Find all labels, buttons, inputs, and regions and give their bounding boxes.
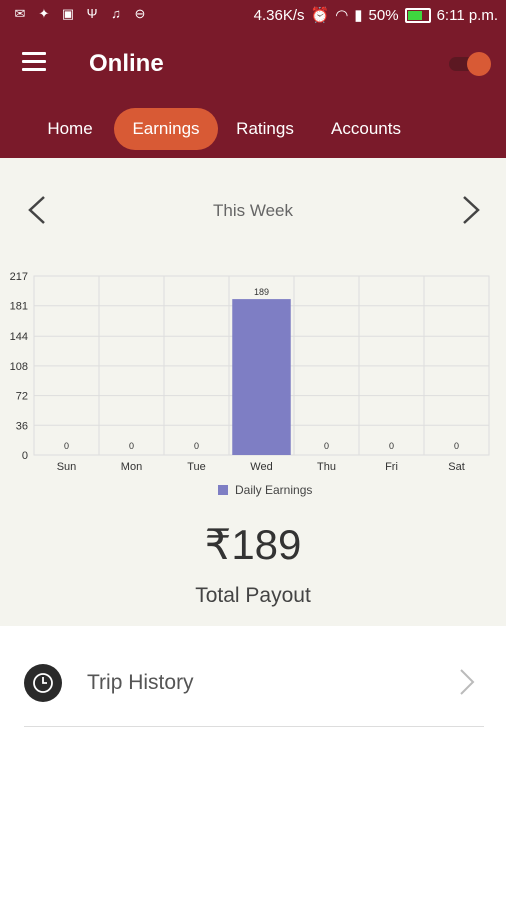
alarm-icon: ⏰ bbox=[310, 7, 330, 24]
period-label: This Week bbox=[213, 201, 293, 220]
x-tick-label: Tue bbox=[187, 461, 206, 473]
trip-history-row[interactable]: Trip History bbox=[24, 640, 484, 727]
image-icon: ▣ bbox=[61, 6, 75, 21]
tab-accounts[interactable]: Accounts bbox=[320, 108, 412, 150]
battery-icon bbox=[404, 7, 431, 23]
email-icon: ✉ bbox=[14, 6, 26, 21]
tab-home[interactable]: Home bbox=[34, 108, 106, 150]
x-tick-label: Fri bbox=[385, 461, 398, 473]
bar-wed bbox=[232, 299, 291, 455]
data-label: 0 bbox=[194, 441, 199, 451]
clock-time: 6:11 p.m. bbox=[436, 6, 498, 24]
signal-icon: ▮ bbox=[354, 7, 363, 24]
data-label: 0 bbox=[324, 441, 329, 451]
online-toggle[interactable] bbox=[449, 52, 491, 76]
y-tick-label: 108 bbox=[10, 361, 28, 373]
chart-legend: Daily Earnings bbox=[218, 483, 312, 497]
clock-icon bbox=[24, 664, 62, 702]
page-title: Online bbox=[89, 50, 164, 77]
total-payout-amount: ₹189 bbox=[204, 521, 302, 568]
earnings-bar-chart: 0 36 72 108 144 181 217 0 Sun 0 Mon 0 Tue 189 Wed 0 Thu 0… bbox=[10, 271, 490, 473]
status-left-icons: ✉ ✦ ▣ Ψ ♫ ⊖ bbox=[12, 6, 148, 21]
minus-circle-icon: ⊖ bbox=[134, 6, 146, 21]
earnings-chart: 0 36 72 108 144 181 217 0 Sun 0 Mon 0 Tue 189 Wed 0 Thu 0… bbox=[0, 262, 506, 502]
network-speed: 4.36K/s bbox=[253, 6, 305, 24]
status-right: 4.36K/s ⏰ ◠ ▮ 50% 6:11 p.m. bbox=[253, 6, 498, 25]
tab-earnings[interactable]: Earnings bbox=[114, 108, 218, 150]
y-tick-label: 36 bbox=[16, 420, 28, 432]
wifi-icon: ◠ bbox=[335, 7, 349, 24]
menu-icon[interactable] bbox=[22, 52, 46, 72]
y-tick-label: 144 bbox=[10, 331, 28, 343]
tab-bar: Home Earnings Ratings Accounts bbox=[0, 102, 506, 158]
y-tick-label: 72 bbox=[16, 391, 28, 403]
y-tick-label: 217 bbox=[10, 271, 28, 283]
usb-icon: Ψ bbox=[86, 6, 98, 21]
data-label: 0 bbox=[454, 441, 459, 451]
next-week-arrow-icon[interactable] bbox=[458, 195, 484, 225]
trip-history-label: Trip History bbox=[87, 671, 194, 694]
x-tick-label: Thu bbox=[317, 461, 336, 473]
x-tick-label: Wed bbox=[250, 461, 272, 473]
chevron-right-icon bbox=[460, 669, 475, 695]
twitter-icon: ✦ bbox=[38, 6, 50, 21]
legend-swatch bbox=[218, 485, 228, 495]
data-label: 0 bbox=[64, 441, 69, 451]
total-payout-label: Total Payout bbox=[195, 584, 311, 607]
data-label: 0 bbox=[129, 441, 134, 451]
tab-ratings[interactable]: Ratings bbox=[226, 108, 304, 150]
data-label: 189 bbox=[254, 287, 269, 297]
x-tick-label: Sun bbox=[57, 461, 77, 473]
status-bar: ✉ ✦ ▣ Ψ ♫ ⊖ 4.36K/s ⏰ ◠ ▮ 50% 6:11 p.m. bbox=[0, 0, 506, 30]
legend-label: Daily Earnings bbox=[235, 483, 313, 497]
music-icon: ♫ bbox=[111, 6, 121, 21]
x-tick-label: Mon bbox=[121, 461, 142, 473]
data-label: 0 bbox=[389, 441, 394, 451]
y-tick-label: 0 bbox=[22, 450, 28, 462]
y-tick-label: 181 bbox=[10, 301, 28, 313]
battery-percent: 50% bbox=[368, 6, 399, 24]
x-tick-label: Sat bbox=[448, 461, 465, 473]
app-bar: Online bbox=[0, 30, 506, 102]
